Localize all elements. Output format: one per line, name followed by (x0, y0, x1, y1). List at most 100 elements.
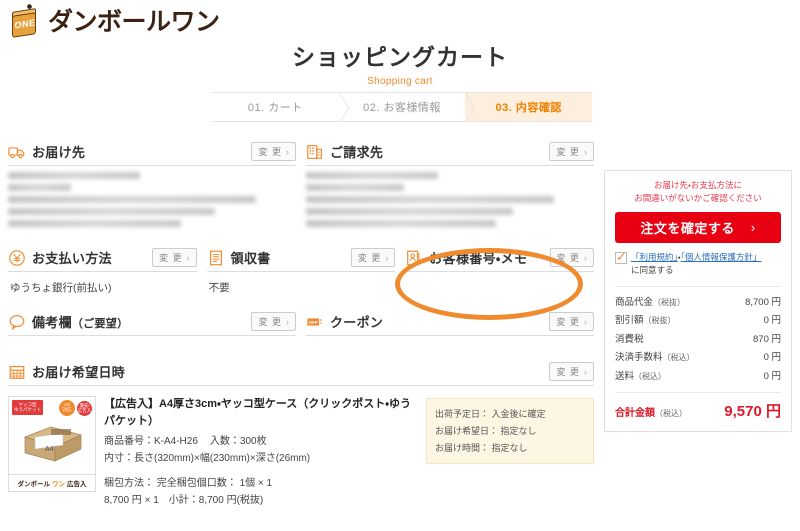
terms-agreement-checkbox[interactable] (615, 250, 627, 265)
coupon-value (306, 336, 594, 344)
billing-address-header: ご請求先 変 更 › (306, 140, 594, 166)
product-thumbnail[interactable]: ヤッコ型 ゆうパケット A4 対応 激安! 広告入 A4 ダンボール ワン 広告入 (8, 396, 96, 493)
summary-value: 8,700 円 (745, 296, 781, 308)
delivery-datetime-header: お届け希望日時 変 更 › (8, 360, 594, 387)
thumbnail-badge: ヤッコ型 ゆうパケット (12, 400, 43, 415)
change-label: 変 更 (556, 317, 580, 328)
place-order-button[interactable]: 注文を確定する › (615, 212, 781, 244)
checkout-step-indicator: 01. カート 02. お客様情報 03. 内容確認 (212, 92, 593, 123)
change-payment-method-button[interactable]: 変 更 › (152, 248, 197, 267)
thumbnail-ad-pill: 激安! 広告入 (77, 401, 92, 417)
summary-label: 送料（税込） (615, 370, 667, 382)
chevron-right-icon: › (385, 252, 390, 263)
delivery-datetime-section: お届け希望日時 変 更 › ヤッコ型ゆうパケット A4対応 激安!広告入 (8, 360, 594, 509)
customer-memo-title: お客様番号・メモ (429, 251, 528, 266)
product-meta: 商品番号：K-A4-H26 入数：300枚 内寸：長さ(320mm)×幅(230m… (104, 436, 311, 464)
billing-address-redacted (306, 166, 594, 227)
calendar-icon (9, 365, 25, 379)
change-label: 変 更 (258, 317, 282, 328)
logo-cube-icon: ONE (10, 4, 44, 39)
logo-text: ダンボールワン (48, 7, 220, 36)
remarks-title: 備考欄（ご要望） (32, 315, 129, 331)
page-subtitle: Shopping cart (367, 76, 433, 87)
step-customer-info[interactable]: 02. お客様情報 (339, 93, 475, 123)
step-cart[interactable]: 01. カート (212, 93, 349, 123)
terms-of-use-link[interactable]: 「利用規約」 (631, 252, 678, 262)
truck-icon (8, 146, 25, 158)
shipping-address-section: お届け先 変 更 › (8, 140, 296, 232)
yen-circle-icon (9, 249, 25, 266)
summary-value: 0 円 (763, 370, 781, 382)
change-label: 変 更 (556, 147, 580, 157)
product-pricing: 梱包方法： 完全梱包個口数： 1個 × 1 8,700 円 × 1 小計：8,7… (104, 478, 273, 506)
receipt-title: 領収書 (230, 251, 271, 266)
summary-value: 0 円 (763, 315, 781, 327)
shipping-schedule-box: 出荷予定日： 入金後に確定 お届け希望日： 指定なし お届け時間： 指定なし (426, 398, 594, 465)
shipping-date-row: 出荷予定日： 入金後に確定 (435, 409, 546, 420)
summary-label: 決済手数料（税込） (615, 352, 695, 364)
change-receipt-button[interactable]: 変 更 › (350, 248, 396, 267)
cardboard-box-illustration: A4 (23, 426, 83, 462)
change-delivery-datetime-button[interactable]: 変 更 › (549, 362, 594, 382)
chevron-right-icon: › (750, 220, 756, 236)
total-label: 合計金額（税込） (615, 408, 687, 420)
product-info: 【広告入】A4厚さ3cm・ヤッコ型ケース（クリックポスト・ゆうパケット） 商品番… (104, 396, 418, 509)
change-label: 変 更 (258, 147, 282, 157)
summary-row-discount: 割引額（税抜） 0 円 (615, 312, 781, 331)
price-summary: 商品代金（税抜） 8,700 円 割引額（税抜） 0 円 消費税 870 円 決… (615, 285, 781, 422)
summary-label: 割引額（税抜） (615, 315, 676, 327)
preferred-time-row: お届け時間： 指定なし (435, 442, 528, 453)
coupon-section: OFF クーポン 変 更 › (306, 310, 594, 344)
chevron-right-icon: › (584, 316, 588, 327)
terms-agreement-text: 「利用規約」・「個人情報保護方針」 に同意する (631, 252, 762, 276)
summary-value: 0 円 (763, 352, 781, 364)
billing-address-title: ご請求先 (330, 145, 384, 160)
page-title-block: ショッピングカート Shopping cart (0, 38, 800, 87)
shipping-address-title: お届け先 (32, 145, 86, 160)
main-content: お届け先 変 更 › ご請求先 変 更 › お支払い方法 変 更 › ゆうちょ銀… (8, 140, 595, 509)
change-customer-memo-button[interactable]: 変 更 › (549, 248, 595, 267)
shipping-address-header: お届け先 変 更 › (8, 140, 296, 166)
remarks-header: 備考欄（ご要望） 変 更 › (8, 310, 296, 337)
change-label: 変 更 (357, 253, 382, 263)
chevron-right-icon: › (584, 366, 588, 377)
address-row: お届け先 変 更 › ご請求先 変 更 › (8, 140, 594, 232)
payment-method-header: お支払い方法 変 更 › (8, 246, 197, 272)
change-remarks-button[interactable]: 変 更 › (251, 312, 296, 332)
change-shipping-address-button[interactable]: 変 更 › (251, 142, 296, 161)
thumbnail-footer: ダンボール ワン 広告入 (9, 474, 95, 491)
speech-bubble-icon (9, 314, 25, 331)
page-title: ショッピングカート (292, 44, 508, 70)
customer-memo-value (405, 272, 594, 280)
svg-text:OFF: OFF (309, 320, 318, 325)
change-coupon-button[interactable]: 変 更 › (549, 312, 594, 332)
chevron-right-icon: › (286, 316, 290, 327)
summary-row-tax: 消費税 870 円 (615, 331, 781, 350)
order-warning-text: お届け先・お支払方法に お間違いがないかご確認ください (634, 180, 762, 204)
site-logo[interactable]: ONE ダンボールワン (10, 4, 220, 39)
svg-text:A4: A4 (45, 446, 54, 453)
off-tag-icon: OFF (307, 318, 322, 326)
remarks-value (8, 336, 296, 344)
summary-row-payment-fee: 決済手数料（税込） 0 円 (615, 349, 781, 368)
chevron-right-icon: › (286, 146, 290, 157)
summary-value: 870 円 (753, 333, 781, 345)
chevron-right-icon: › (584, 146, 588, 157)
receipt-icon (209, 250, 222, 265)
summary-row-shipping: 送料（税込） 0 円 (615, 368, 781, 387)
total-value: 9,570 円 (724, 403, 781, 421)
coupon-title: クーポン (330, 315, 384, 331)
summary-row-subtotal: 商品代金（税抜） 8,700 円 (615, 294, 781, 313)
coupon-header: OFF クーポン 変 更 › (306, 310, 594, 337)
step-confirmation: 03. 内容確認 (465, 93, 593, 121)
change-billing-address-button[interactable]: 変 更 › (549, 142, 594, 161)
billing-address-section: ご請求先 変 更 › (306, 140, 594, 232)
preferred-date-row: お届け希望日： 指定なし (435, 425, 537, 436)
customer-memo-section: お客様番号・メモ 変 更 › (405, 246, 595, 296)
summary-label: 商品代金（税抜） (615, 296, 686, 308)
product-name[interactable]: 【広告入】A4厚さ3cm・ヤッコ型ケース（クリックポスト・ゆうパケット） (104, 396, 418, 429)
summary-row-total: 合計金額（税込） 9,570 円 (615, 392, 781, 421)
privacy-policy-link[interactable]: 「個人情報保護方針」 (681, 252, 762, 262)
shipping-address-redacted (8, 166, 296, 227)
payment-method-value: ゆうちょ銀行(前払い) (10, 282, 112, 294)
